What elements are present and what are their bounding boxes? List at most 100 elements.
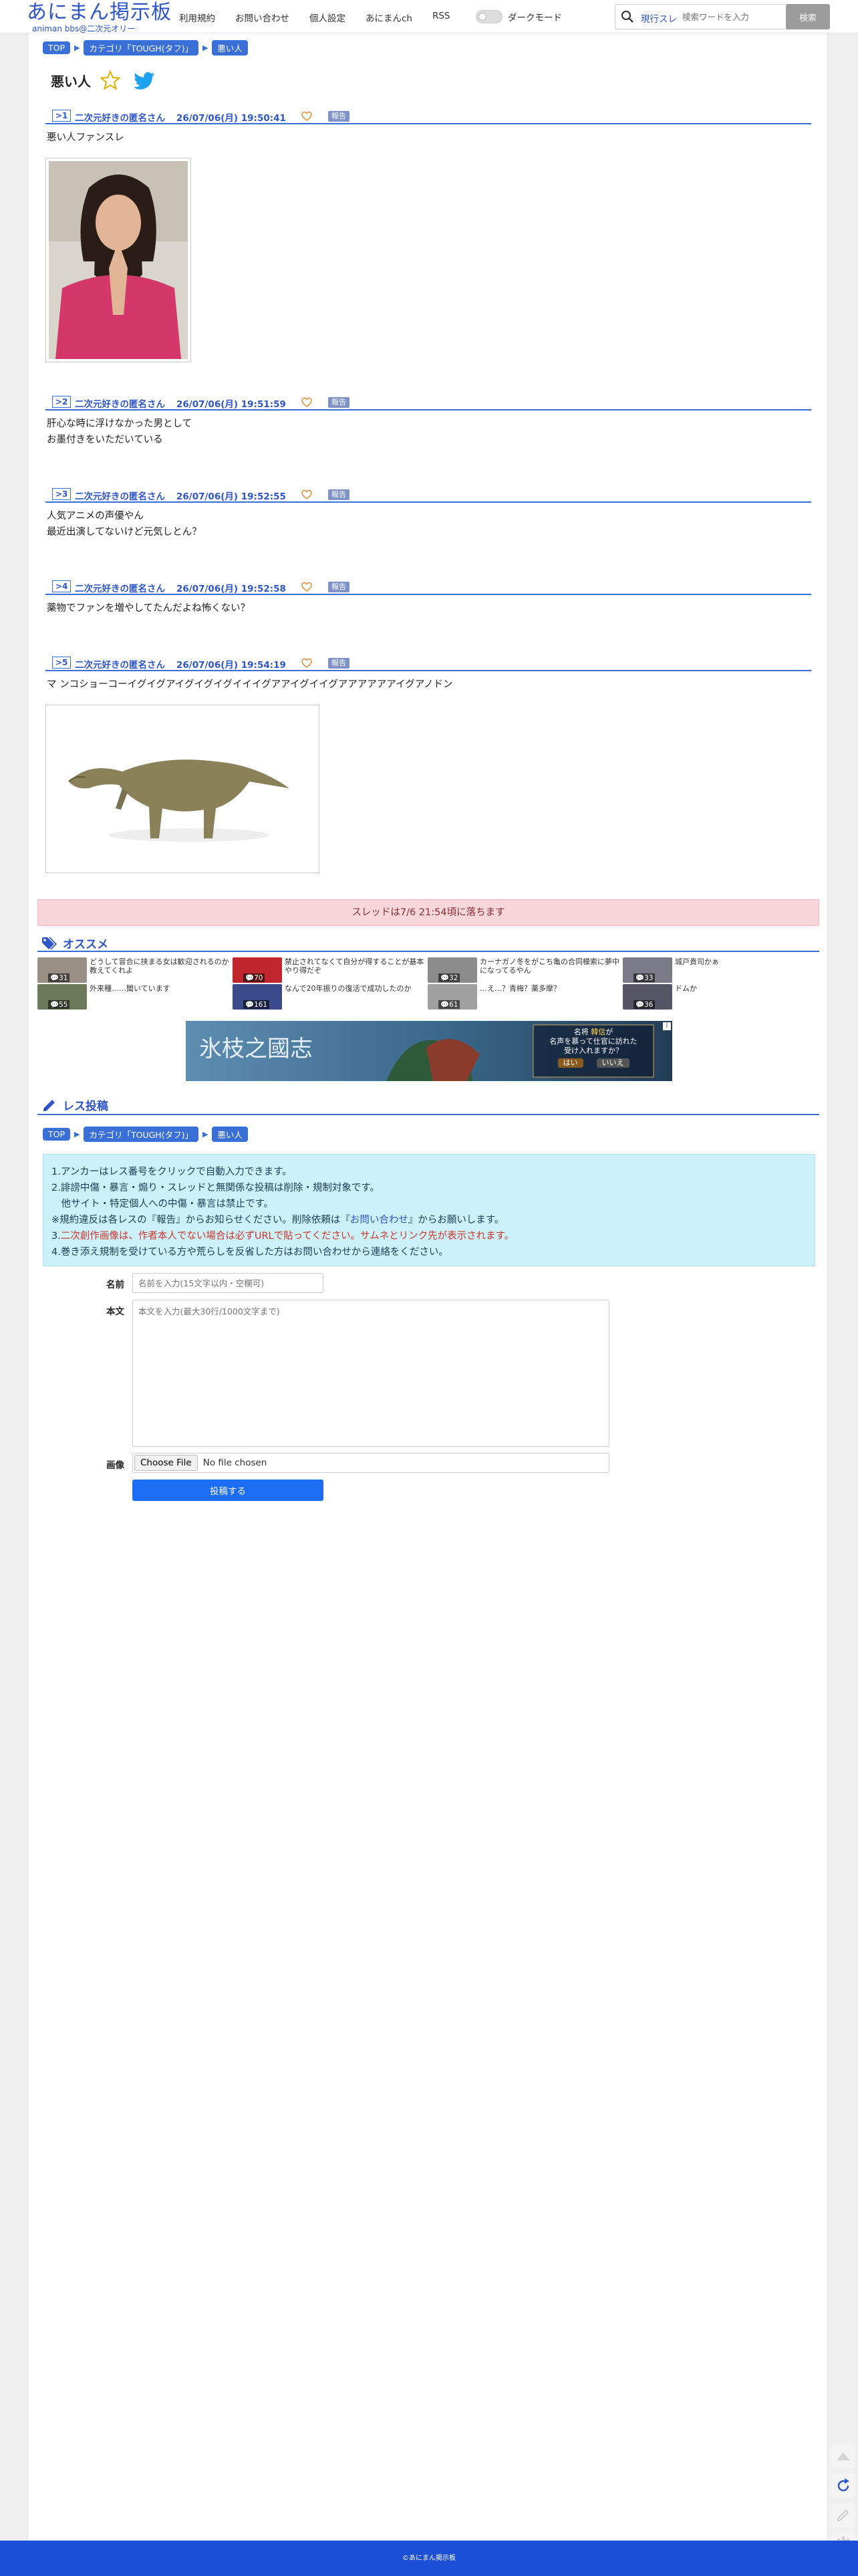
name-input[interactable] bbox=[132, 1273, 323, 1293]
report-button[interactable]: 報告 bbox=[328, 397, 349, 408]
heart-icon[interactable] bbox=[301, 489, 312, 500]
post-number[interactable]: >4 bbox=[52, 580, 72, 592]
reply-count: 💬55 bbox=[48, 1000, 70, 1009]
write-button[interactable] bbox=[831, 2503, 855, 2527]
post-number[interactable]: >1 bbox=[52, 110, 72, 122]
choose-file-button[interactable]: Choose File bbox=[134, 1455, 198, 1471]
recommend-title[interactable]: 禁止されてなくて自分が得することが基本やり得だぞ bbox=[285, 957, 425, 975]
image-file-input[interactable]: Choose File No file chosen bbox=[132, 1453, 609, 1473]
recommend-title[interactable]: …え…？青梅？薬多摩？ bbox=[480, 984, 620, 1002]
recommend-thumbnail[interactable]: 💬32 bbox=[428, 957, 477, 983]
nav-contact[interactable]: お問い合わせ bbox=[235, 11, 289, 24]
recommend-item[interactable]: 💬33 城戸貴司かぁ bbox=[623, 957, 817, 983]
recommend-title[interactable]: なんで20年振りの復活で成功したのか bbox=[285, 984, 425, 1002]
pencil-icon bbox=[837, 2509, 849, 2522]
recommend-thumbnail[interactable]: 💬161 bbox=[233, 984, 282, 1010]
site-logo[interactable]: あにまん掲示板 animan bbs@二次元オリー bbox=[27, 1, 172, 34]
image-label: 画像 bbox=[106, 1460, 124, 1471]
report-button[interactable]: 報告 bbox=[328, 582, 349, 592]
search-icon bbox=[621, 11, 633, 23]
body-textarea[interactable] bbox=[132, 1300, 609, 1447]
recommend-title[interactable]: どうして冒合に挟まる女は歓迎されるのか教えてくれよ bbox=[90, 957, 230, 975]
heart-icon[interactable] bbox=[301, 658, 312, 669]
dark-mode-switch[interactable] bbox=[476, 10, 503, 23]
recommend-item[interactable]: 💬32 カーナガノ冬をがこち亀の合同模索に夢中になってるやん bbox=[428, 957, 621, 983]
search-button[interactable]: 検索 bbox=[786, 4, 830, 29]
recommend-thumbnail[interactable]: 💬55 bbox=[37, 984, 87, 1010]
nav-animanch[interactable]: あにまんch bbox=[366, 11, 412, 24]
breadcrumb-top[interactable]: TOP bbox=[43, 1128, 71, 1141]
post-body: 肝心な時に浮けなかった男として お墨付きをいただいている bbox=[45, 416, 811, 448]
ad-yes-button[interactable]: はい bbox=[557, 1058, 583, 1068]
recommend-thumbnail[interactable]: 💬33 bbox=[623, 957, 672, 983]
ad-info-icon[interactable]: i bbox=[663, 1022, 671, 1030]
reload-button[interactable] bbox=[831, 2474, 855, 2498]
ad-banner[interactable]: 氷枝之國志 名将 韓信が 名声を慕って仕官に訪れた 受け入れますか？ はい いい… bbox=[186, 1021, 672, 1081]
report-button[interactable]: 報告 bbox=[328, 658, 349, 669]
breadcrumb-top[interactable]: TOP bbox=[43, 41, 71, 54]
post-image[interactable] bbox=[45, 158, 191, 362]
posting-rules: 1.アンカーはレス番号をクリックで自動入力できます。 2.誹謗中傷・暴言・煽り・… bbox=[43, 1154, 815, 1266]
recommend-title[interactable]: ドムか bbox=[675, 984, 815, 1002]
report-button[interactable]: 報告 bbox=[328, 111, 349, 122]
ad-highlight: 韓信 bbox=[591, 1028, 606, 1036]
search-input[interactable] bbox=[682, 9, 782, 25]
triangle-up-icon bbox=[837, 2452, 850, 2460]
poster-name: 二次元好きの匿名さん bbox=[75, 660, 165, 671]
recommend-item[interactable]: 💬161 なんで20年振りの復活で成功したのか bbox=[233, 984, 426, 1010]
post-image[interactable] bbox=[45, 705, 319, 873]
breadcrumb-category[interactable]: カテゴリ「TOUGH(タフ)」 bbox=[84, 40, 198, 55]
recommend-thumbnail[interactable]: 💬31 bbox=[37, 957, 87, 983]
twitter-share-icon[interactable] bbox=[134, 72, 155, 90]
breadcrumb-thread[interactable]: 悪い人 bbox=[212, 1127, 248, 1142]
recommend-title[interactable]: 城戸貴司かぁ bbox=[675, 957, 815, 975]
logo-title[interactable]: あにまん掲示板 bbox=[27, 1, 172, 24]
heart-icon[interactable] bbox=[301, 397, 312, 408]
dark-mode-toggle[interactable]: ダークモード bbox=[476, 10, 562, 23]
reply-title: レス投稿 bbox=[63, 1100, 108, 1113]
submit-button[interactable]: 投稿する bbox=[132, 1480, 323, 1501]
recommend-thumbnail[interactable]: 💬61 bbox=[428, 984, 477, 1010]
contact-link[interactable]: お問い合わせ bbox=[350, 1215, 408, 1225]
ad-text: 名将 韓信が 名声を慕って仕官に訪れた 受け入れますか？ はい いいえ bbox=[540, 1028, 647, 1068]
ad-no-button[interactable]: いいえ bbox=[596, 1058, 629, 1068]
recommend-thumbnail[interactable]: 💬36 bbox=[623, 984, 672, 1010]
post-header: >1 二次元好きの匿名さん 26/07/06(月) 19:50:41 報告 bbox=[45, 110, 811, 124]
site-footer: ©あにまん掲示板 bbox=[0, 2541, 858, 2576]
rule-2: 2.誹謗中傷・暴言・煽り・スレッドと無関係な投稿は削除・規制対象です。 bbox=[51, 1183, 380, 1193]
reply-count: 💬161 bbox=[243, 1000, 270, 1009]
report-button[interactable]: 報告 bbox=[328, 489, 349, 500]
post-header: >3 二次元好きの匿名さん 26/07/06(月) 19:52:55 報告 bbox=[45, 488, 811, 503]
recommend-title[interactable]: 外来種……聞いています bbox=[90, 984, 230, 1002]
ad-line1: 名将 bbox=[573, 1028, 589, 1036]
breadcrumb-thread[interactable]: 悪い人 bbox=[212, 40, 248, 55]
reply-count: 💬61 bbox=[438, 1000, 460, 1009]
nav-settings[interactable]: 個人設定 bbox=[309, 11, 345, 24]
post-number[interactable]: >5 bbox=[52, 657, 72, 669]
recommend-item[interactable]: 💬70 禁止されてなくて自分が得することが基本やり得だぞ bbox=[233, 957, 426, 983]
poster-name: 二次元好きの匿名さん bbox=[75, 113, 165, 124]
rule-report: ※規約違反は各レスの『報告』からお知らせください。削除依頼は『お問い合わせ』から… bbox=[51, 1215, 505, 1225]
recommend-item[interactable]: 💬36 ドムか bbox=[623, 984, 817, 1010]
recommend-thumbnail[interactable]: 💬70 bbox=[233, 957, 282, 983]
logo-subtitle: animan bbs@二次元オリー bbox=[32, 24, 136, 33]
post-number[interactable]: >2 bbox=[52, 396, 72, 408]
post-text: 肝心な時に浮けなかった男として bbox=[47, 419, 192, 429]
post-5: >5 二次元好きの匿名さん 26/07/06(月) 19:54:19 報告 マ … bbox=[45, 657, 811, 693]
post-number[interactable]: >3 bbox=[52, 488, 72, 500]
search-mode-select[interactable]: 現行スレ bbox=[641, 11, 677, 25]
recommend-item[interactable]: 💬61 …え…？青梅？薬多摩？ bbox=[428, 984, 621, 1010]
heart-icon[interactable] bbox=[301, 111, 312, 122]
recommend-title[interactable]: カーナガノ冬をがこち亀の合同模索に夢中になってるやん bbox=[480, 957, 620, 975]
nav-rss[interactable]: RSS bbox=[432, 11, 450, 24]
post-text: お墨付きをいただいている bbox=[47, 435, 163, 445]
divider bbox=[37, 1114, 819, 1115]
heart-icon[interactable] bbox=[301, 582, 312, 592]
recommend-item[interactable]: 💬55 外来種……聞いています bbox=[37, 984, 231, 1010]
breadcrumb-category[interactable]: カテゴリ「TOUGH(タフ)」 bbox=[84, 1127, 198, 1142]
scroll-top-button[interactable] bbox=[831, 2444, 855, 2468]
post-date: 26/07/06(月) 19:51:59 bbox=[176, 399, 286, 410]
recommend-item[interactable]: 💬31 どうして冒合に挟まる女は歓迎されるのか教えてくれよ bbox=[37, 957, 231, 983]
nav-terms[interactable]: 利用規約 bbox=[179, 11, 215, 24]
favorite-star-icon[interactable] bbox=[100, 70, 120, 90]
